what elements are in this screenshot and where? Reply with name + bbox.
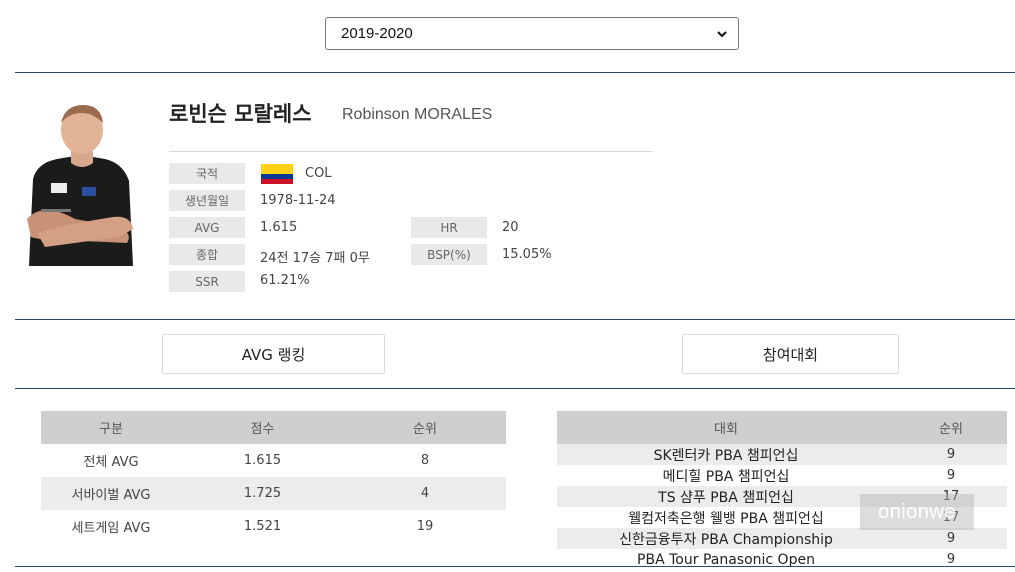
player-photo-icon <box>23 101 138 266</box>
cell-rank: 8 <box>420 453 430 468</box>
colombia-flag-icon <box>261 164 293 184</box>
divider-middle <box>15 319 1015 320</box>
table-header-row: 구분 점수 순위 <box>41 411 506 444</box>
watermark: onionwe <box>860 494 974 530</box>
tab-avg-ranking[interactable]: AVG 랭킹 <box>162 334 385 374</box>
cell-rank: 4 <box>344 477 506 510</box>
cell-tournament: SK렌터카 PBA 챔피언십 <box>557 444 895 465</box>
season-select[interactable]: 2019-2020 <box>325 17 739 50</box>
header-category: 구분 <box>41 411 181 444</box>
tournament-table: 대회 순위 SK렌터카 PBA 챔피언십 9 메디힐 PBA 챔피언십 9 TS… <box>557 411 1007 570</box>
cell-score: 1.615 <box>243 453 282 468</box>
divider-top <box>15 72 1015 73</box>
table-header-row: 대회 순위 <box>557 411 1007 444</box>
chevron-down-icon <box>717 30 727 37</box>
bsp-value: 15.05% <box>502 247 552 262</box>
avg-ranking-table: 구분 점수 순위 전체 AVG 1.615 8 서바이벌 AVG 1.725 4… <box>41 411 506 543</box>
player-name-ko: 로빈슨 모랄레스 <box>169 102 312 126</box>
total-label: 종합 <box>169 244 245 265</box>
avg-value: 1.615 <box>260 220 298 235</box>
season-select-value: 2019-2020 <box>341 25 413 42</box>
cell-tournament: TS 샴푸 PBA 챔피언십 <box>557 486 895 507</box>
table-row: 세트게임 AVG 1.521 19 <box>41 510 506 543</box>
cell-rank: 19 <box>416 519 434 534</box>
cell-tournament: 신한금융투자 PBA Championship <box>557 528 895 549</box>
header-rank: 순위 <box>344 411 506 444</box>
cell-category: 전체 AVG <box>83 455 139 470</box>
player-name-en: Robinson MORALES <box>342 106 493 123</box>
nationality-value: COL <box>305 166 332 181</box>
bsp-label: BSP(%) <box>411 244 487 265</box>
table-row: 전체 AVG 1.615 8 <box>41 444 506 477</box>
cell-tournament: 메디힐 PBA 챔피언십 <box>662 468 790 485</box>
table-row: 메디힐 PBA 챔피언십 9 <box>557 465 1007 486</box>
table-row: SK렌터카 PBA 챔피언십 9 <box>557 444 1007 465</box>
cell-category: 서바이벌 AVG <box>41 477 181 510</box>
cell-score: 1.725 <box>181 477 344 510</box>
cell-score: 1.521 <box>243 519 282 534</box>
cell-category: 세트게임 AVG <box>71 521 151 536</box>
cell-rank: 9 <box>895 444 1007 465</box>
name-divider <box>169 151 653 152</box>
birth-value: 1978-11-24 <box>260 193 336 208</box>
ssr-value: 61.21% <box>260 273 310 288</box>
total-value: 24전 17승 7패 0무 <box>260 251 370 266</box>
header-rank: 순위 <box>895 411 1007 444</box>
ssr-label: SSR <box>169 271 245 292</box>
divider-tabs <box>15 388 1015 389</box>
hr-value: 20 <box>502 220 519 235</box>
divider-bottom <box>15 566 1015 567</box>
header-score: 점수 <box>181 411 344 444</box>
tab-tournaments[interactable]: 참여대회 <box>682 334 899 374</box>
nationality-label: 국적 <box>169 163 245 184</box>
avg-label: AVG <box>169 217 245 238</box>
header-tournament: 대회 <box>557 411 895 444</box>
cell-rank: 9 <box>946 468 956 483</box>
table-row: 신한금융투자 PBA Championship 9 <box>557 528 1007 549</box>
cell-rank: 9 <box>895 528 1007 549</box>
birth-label: 생년월일 <box>169 190 245 211</box>
table-row: 서바이벌 AVG 1.725 4 <box>41 477 506 510</box>
cell-tournament: 웰컴저축은행 웰뱅 PBA 챔피언십 <box>628 510 824 527</box>
hr-label: HR <box>411 217 487 238</box>
